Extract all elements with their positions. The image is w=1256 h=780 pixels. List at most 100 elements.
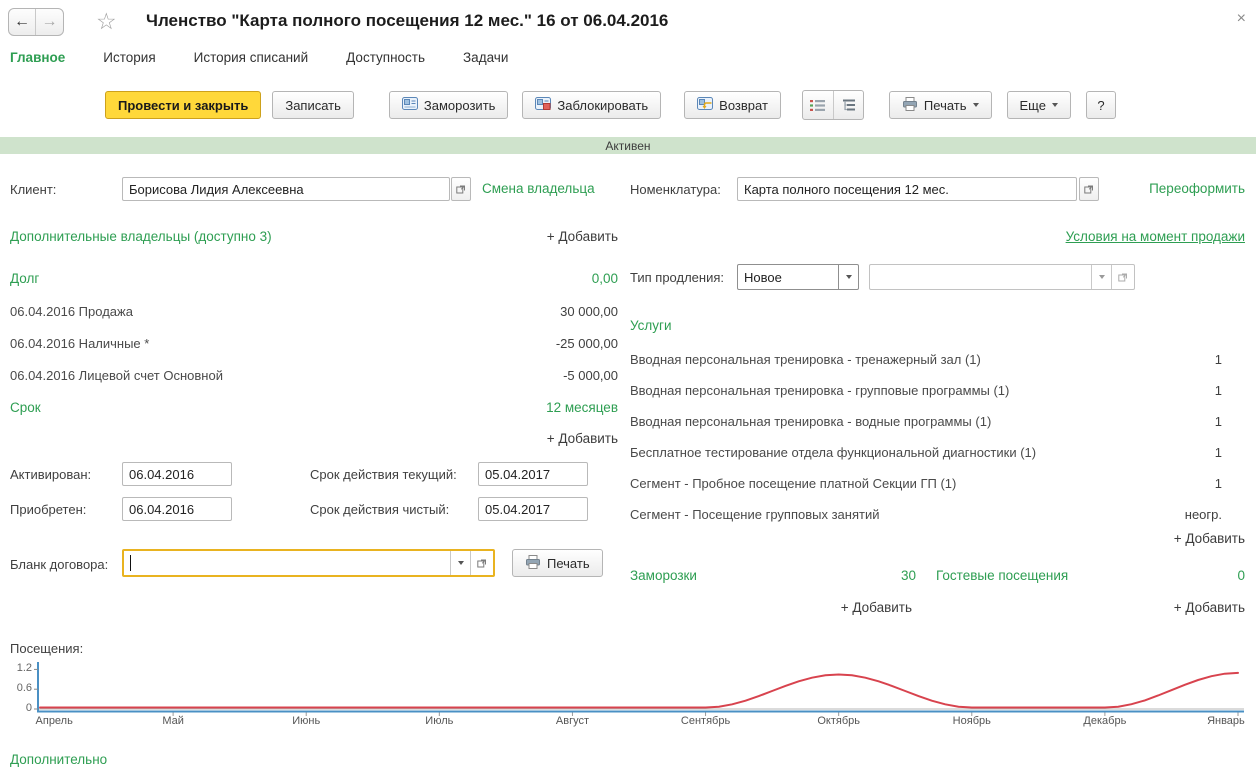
forward-arrow-icon: → <box>42 13 58 31</box>
tab-zadachi[interactable]: Задачи <box>463 50 508 65</box>
freeze-button[interactable]: Заморозить <box>389 91 509 119</box>
valid-current-label: Срок действия текущий: <box>310 467 457 482</box>
renewal-extra-chooser-button[interactable] <box>1111 265 1134 289</box>
contract-print-button[interactable]: Печать <box>512 549 603 577</box>
renewal-dropdown-button[interactable] <box>838 265 858 289</box>
document-links-group <box>802 90 864 120</box>
chart-month-label: Декабрь <box>1083 715 1126 727</box>
debt-row-amount: -25 000,00 <box>556 336 618 351</box>
nomenclature-chooser-button[interactable] <box>1079 177 1099 201</box>
change-owner-link[interactable]: Смена владельца <box>482 181 595 196</box>
chart-ytick-label: 1.2 <box>2 662 32 674</box>
tab-bar: Главное История История списаний Доступн… <box>10 50 546 65</box>
more-label: Еще <box>1020 98 1046 113</box>
save-button[interactable]: Записать <box>272 91 354 119</box>
chevron-down-icon <box>1052 103 1058 107</box>
chart-month-label: Апрель <box>36 715 73 727</box>
open-link-icon <box>1084 184 1094 194</box>
freeze-label: Заморозить <box>424 98 496 113</box>
services-header[interactable]: Услуги <box>630 318 672 333</box>
chart-month-label: Сентябрь <box>681 715 730 727</box>
debt-row-amount: 30 000,00 <box>560 304 618 319</box>
open-link-icon <box>1118 272 1128 282</box>
add-guest-visit-link[interactable]: + Добавить <box>1174 600 1245 615</box>
post-and-close-button[interactable]: Провести и закрыть <box>105 91 261 119</box>
refund-button[interactable]: Возврат <box>684 91 781 119</box>
purchased-label: Приобретен: <box>10 502 86 517</box>
service-qty: неогр. <box>1185 507 1222 522</box>
guest-visits-value: 0 <box>1237 568 1245 583</box>
debt-header[interactable]: Долг <box>10 271 39 286</box>
service-row: Вводная персональная тренировка - группо… <box>630 375 1222 406</box>
service-name: Сегмент - Пробное посещение платной Секц… <box>630 476 956 491</box>
term-header[interactable]: Срок <box>10 400 41 415</box>
more-button[interactable]: Еще <box>1007 91 1071 119</box>
service-qty: 1 <box>1215 414 1222 429</box>
contract-chooser-button[interactable] <box>470 551 493 575</box>
activated-date-input[interactable] <box>122 462 232 486</box>
valid-net-label: Срок действия чистый: <box>310 502 449 517</box>
forward-arrow-button[interactable]: → <box>36 9 63 35</box>
tab-istoriya-spisaniy[interactable]: История списаний <box>194 50 309 65</box>
service-row: Сегмент - Пробное посещение платной Секц… <box>630 468 1222 499</box>
tab-dostupnost[interactable]: Доступность <box>346 50 425 65</box>
client-label: Клиент: <box>10 182 56 197</box>
valid-net-date-input[interactable] <box>478 497 588 521</box>
back-arrow-icon: ← <box>14 13 30 31</box>
service-row: Вводная персональная тренировка - тренаж… <box>630 344 1222 375</box>
add-service-link[interactable]: + Добавить <box>1174 531 1245 546</box>
purchased-date-input[interactable] <box>122 497 232 521</box>
service-row: Бесплатное тестирование отдела функциона… <box>630 437 1222 468</box>
help-label: ? <box>1097 98 1104 113</box>
client-input[interactable] <box>122 177 450 201</box>
client-chooser-button[interactable] <box>451 177 471 201</box>
freezes-header[interactable]: Заморозки <box>630 568 697 583</box>
tab-glavnoe[interactable]: Главное <box>10 50 65 65</box>
close-icon[interactable]: × <box>1237 12 1246 26</box>
chevron-down-icon <box>973 103 979 107</box>
print-menu-label: Печать <box>924 98 967 113</box>
term-value: 12 месяцев <box>546 400 618 415</box>
activated-label: Активирован: <box>10 467 91 482</box>
service-name: Вводная персональная тренировка - группо… <box>630 383 1009 398</box>
renewal-extra-combobox[interactable] <box>869 264 1135 290</box>
debt-row-text: 06.04.2016 Наличные * <box>10 336 149 351</box>
guest-visits-header[interactable]: Гостевые посещения <box>936 568 1068 583</box>
document-movements-icon[interactable] <box>803 91 833 119</box>
chart-month-label: Август <box>556 715 589 727</box>
renewal-type-combobox[interactable]: Новое <box>737 264 859 290</box>
additional-section-link[interactable]: Дополнительно <box>10 752 107 767</box>
freezes-value: 30 <box>901 568 916 583</box>
sale-conditions-link[interactable]: Условия на момент продажи <box>1066 229 1245 244</box>
add-freeze-link[interactable]: + Добавить <box>841 600 912 615</box>
back-arrow-button[interactable]: ← <box>9 9 36 35</box>
chart-month-label: Октябрь <box>817 715 860 727</box>
chart-ytick-label: 0.6 <box>2 682 32 694</box>
membership-window: ← → ☆ Членство "Карта полного посещения … <box>0 0 1256 780</box>
nav-history-group: ← → <box>8 8 64 36</box>
nomenclature-input[interactable] <box>737 177 1077 201</box>
add-owner-link[interactable]: + Добавить <box>547 229 618 244</box>
post-and-close-label: Провести и закрыть <box>118 98 248 113</box>
add-term-link[interactable]: + Добавить <box>547 431 618 446</box>
block-button[interactable]: Заблокировать <box>522 91 661 119</box>
contract-dropdown-button[interactable] <box>450 551 470 575</box>
subordination-structure-icon[interactable] <box>833 91 863 119</box>
nomenclature-label: Номенклатура: <box>630 182 721 197</box>
contract-form-combobox[interactable] <box>122 549 495 577</box>
favorite-star-icon[interactable]: ☆ <box>96 8 117 34</box>
block-label: Заблокировать <box>557 98 648 113</box>
chevron-down-icon <box>846 275 852 279</box>
chart-month-label: Май <box>162 715 184 727</box>
help-button[interactable]: ? <box>1086 91 1116 119</box>
reissue-link[interactable]: Переоформить <box>1149 181 1245 196</box>
print-menu-button[interactable]: Печать <box>889 91 992 119</box>
debt-row: 06.04.2016 Продажа 30 000,00 <box>10 298 618 324</box>
additional-owners-header[interactable]: Дополнительные владельцы (доступно 3) <box>10 229 272 244</box>
renewal-extra-dropdown-button[interactable] <box>1091 265 1111 289</box>
renewal-type-value: Новое <box>738 270 782 285</box>
valid-current-date-input[interactable] <box>478 462 588 486</box>
tab-istoriya[interactable]: История <box>103 50 155 65</box>
debt-row-text: 06.04.2016 Продажа <box>10 304 133 319</box>
visits-line-chart <box>8 659 1248 725</box>
